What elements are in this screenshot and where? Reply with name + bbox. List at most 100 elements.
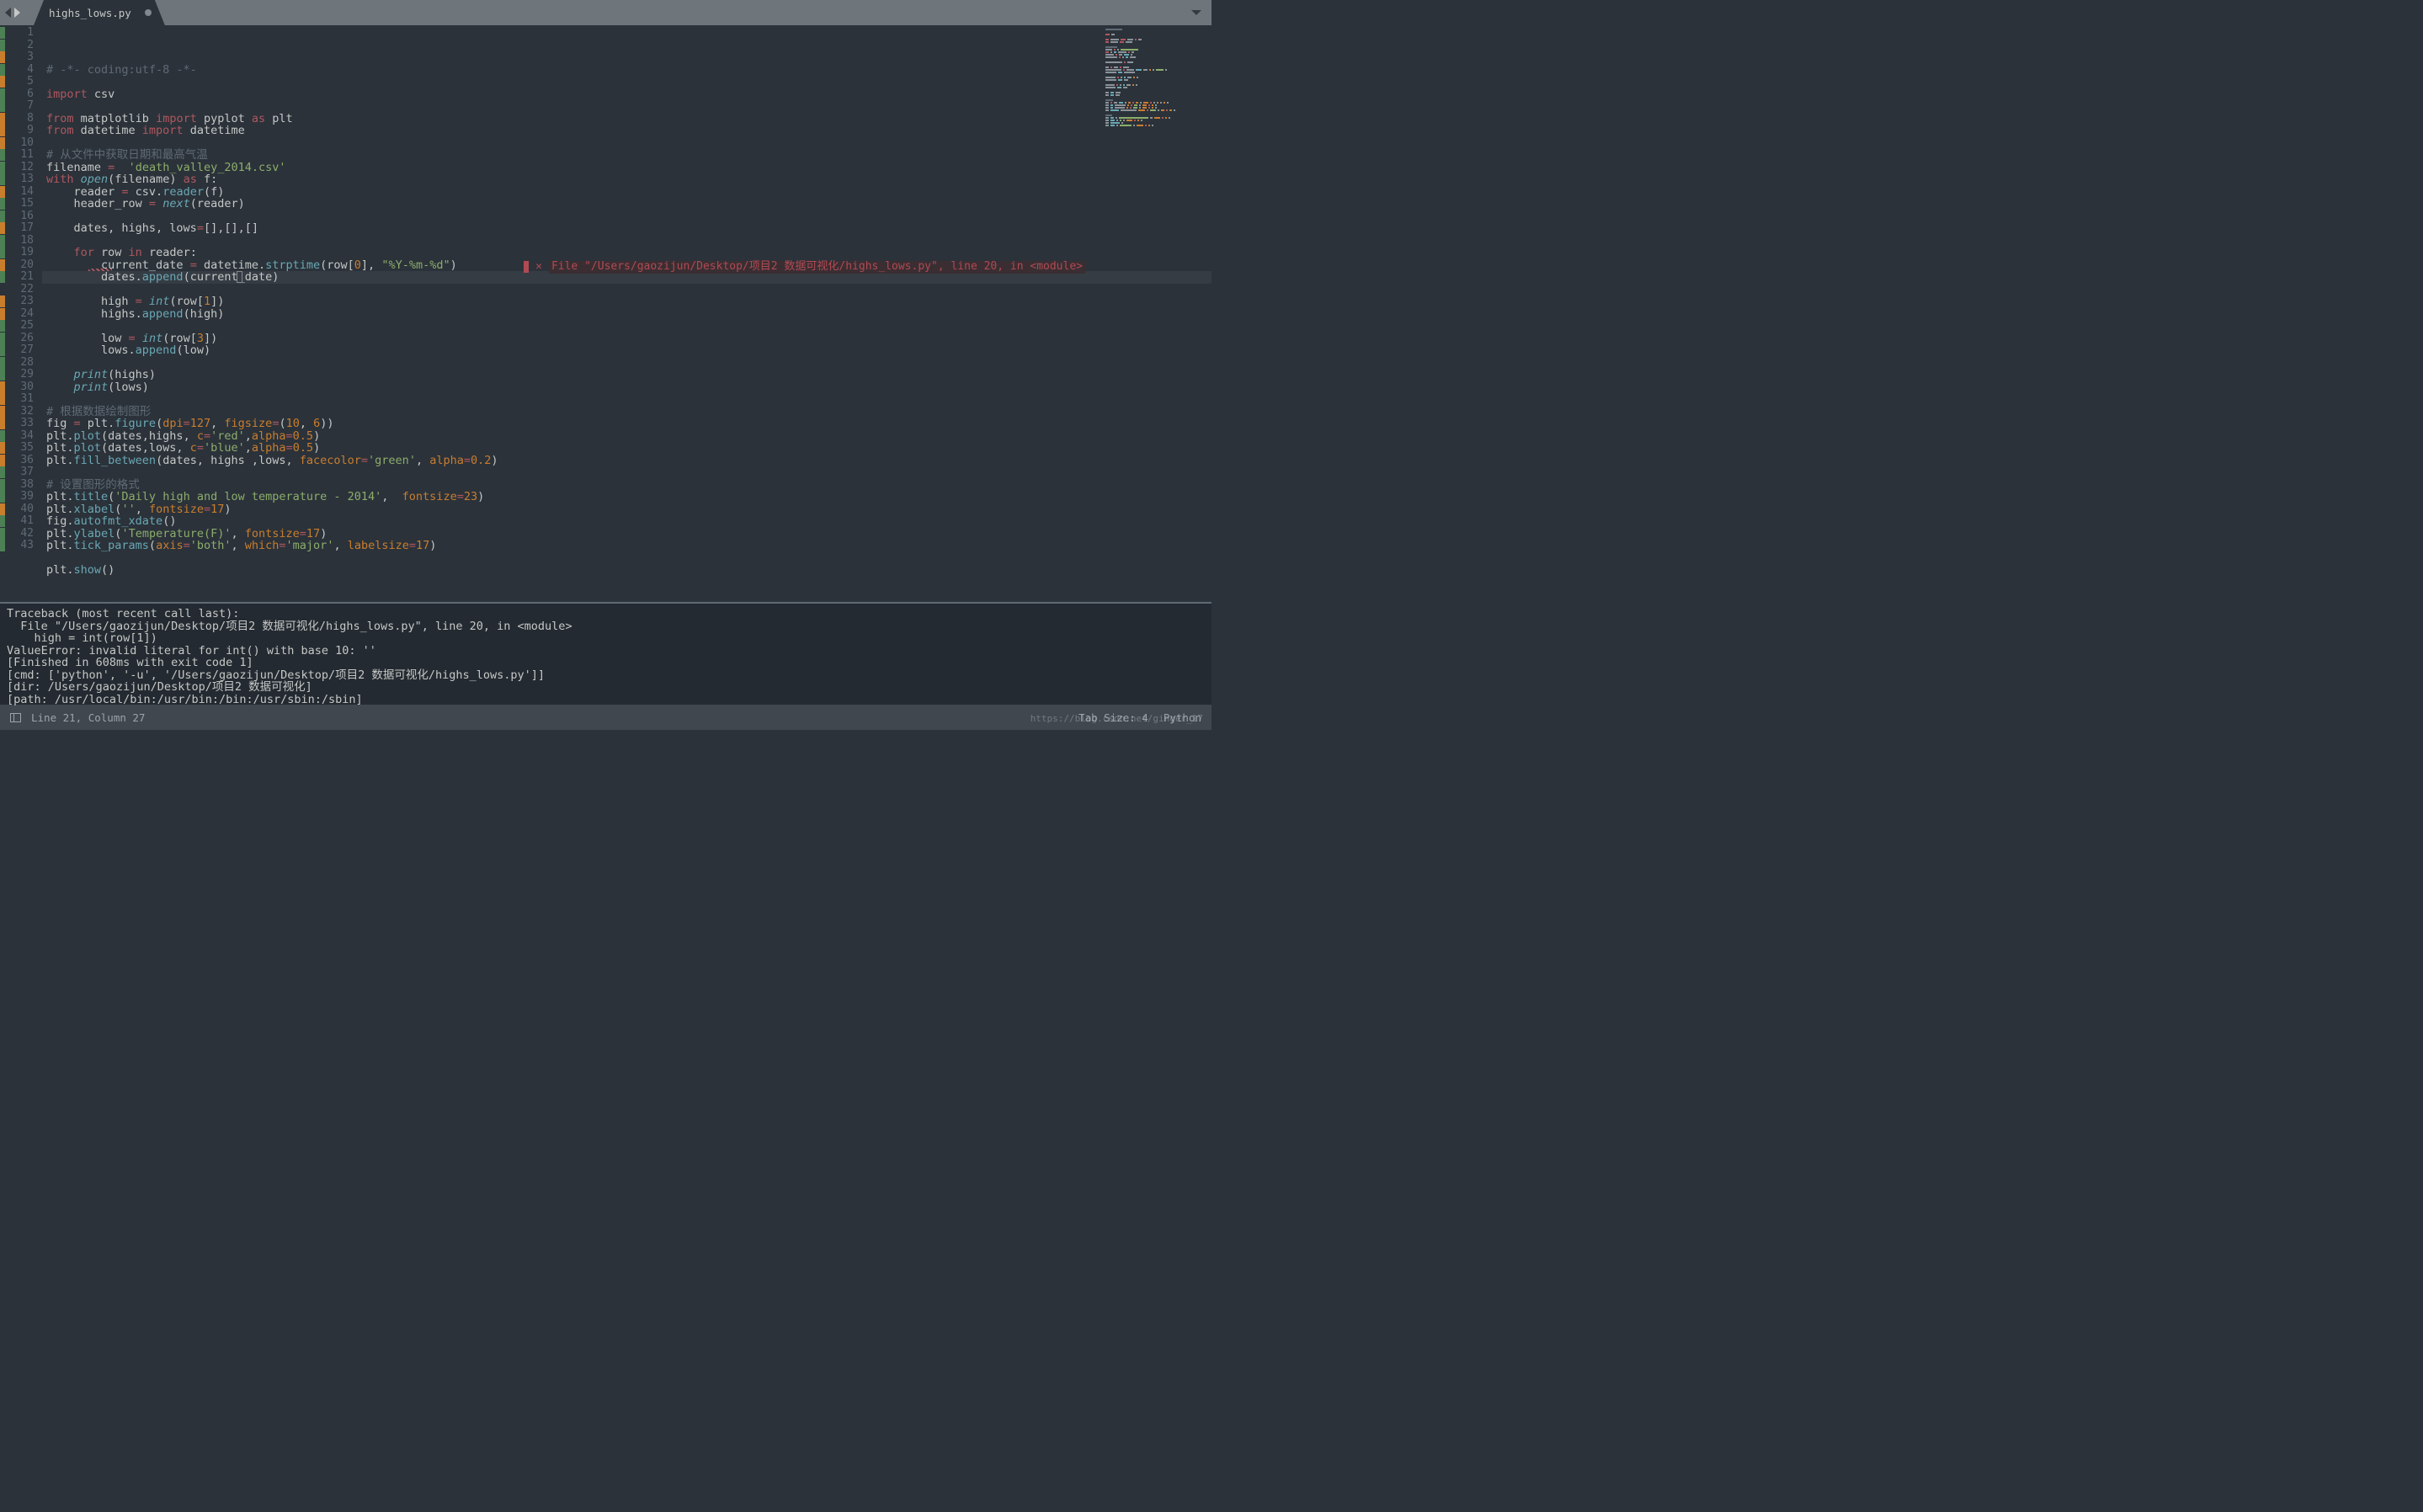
code-line[interactable]: plt.xlabel('', fontsize=17) — [46, 503, 1212, 516]
gutter-line[interactable]: 20 — [0, 259, 34, 272]
code-line[interactable]: plt.fill_between(dates, highs ,lows, fac… — [46, 455, 1212, 467]
gutter-line[interactable]: 3 — [0, 51, 34, 64]
gutter-line[interactable]: 39 — [0, 491, 34, 503]
gutter-line[interactable]: 23 — [0, 295, 34, 308]
code-line[interactable]: fig.autofmt_xdate() — [46, 515, 1212, 528]
gutter-line[interactable]: 8 — [0, 113, 34, 125]
gutter-line[interactable]: 18 — [0, 235, 34, 248]
code-line[interactable] — [46, 100, 1212, 113]
code-line[interactable]: low = int(row[3]) — [46, 333, 1212, 345]
code-line[interactable]: # -*- coding:utf-8 -*- — [46, 64, 1212, 77]
gutter-line[interactable]: 16 — [0, 210, 34, 223]
file-tab[interactable]: highs_lows.py — [34, 0, 165, 25]
gutter-line[interactable]: 26 — [0, 333, 34, 345]
code-line[interactable]: plt.plot(dates,lows, c='blue',alpha=0.5) — [46, 442, 1212, 455]
code-line[interactable]: plt.tick_params(axis='both', which='majo… — [46, 540, 1212, 552]
gutter-line[interactable]: 36 — [0, 455, 34, 467]
nav-forward-icon[interactable] — [14, 8, 20, 18]
code-line[interactable]: highs.append(high) — [46, 308, 1212, 321]
gutter-line[interactable]: 35 — [0, 442, 34, 455]
code-line[interactable]: plt.ylabel('Temperature(F)', fontsize=17… — [46, 528, 1212, 540]
gutter-line[interactable]: 27 — [0, 344, 34, 357]
gutter-line[interactable]: 31 — [0, 393, 34, 406]
code-line[interactable]: from matplotlib import pyplot as plt — [46, 113, 1212, 125]
watermark: https://blog.csdn.net/ginger_17 — [1030, 713, 1203, 724]
minimap[interactable] — [1102, 25, 1212, 126]
code-line[interactable] — [46, 235, 1212, 248]
gutter-line[interactable]: 40 — [0, 503, 34, 516]
code-line[interactable]: import csv — [46, 88, 1212, 101]
code-line[interactable] — [46, 357, 1212, 370]
code-line[interactable]: header_row = next(reader) — [46, 198, 1212, 210]
editor[interactable]: 1234567891011121314151617181920212223242… — [0, 25, 1212, 602]
code-line[interactable] — [46, 577, 1212, 589]
gutter-line[interactable]: 1 — [0, 27, 34, 40]
code-line[interactable] — [46, 137, 1212, 150]
token: fontsize — [402, 490, 457, 503]
code-line[interactable]: # 从文件中获取日期和最高气温 — [46, 149, 1212, 162]
gutter-line[interactable]: 17 — [0, 222, 34, 235]
tab-dropdown-icon[interactable] — [1191, 10, 1201, 15]
code-line[interactable]: dates, highs, lows=[],[],[] — [46, 222, 1212, 235]
gutter-line[interactable]: 41 — [0, 515, 34, 528]
code-line[interactable]: print(lows) — [46, 381, 1212, 394]
code-line[interactable] — [46, 320, 1212, 333]
gutter-line[interactable]: 28 — [0, 357, 34, 370]
gutter-line[interactable]: 43 — [0, 540, 34, 552]
gutter-line[interactable]: 34 — [0, 430, 34, 443]
gutter-line[interactable]: 10 — [0, 137, 34, 150]
code-line[interactable] — [46, 210, 1212, 223]
code-line[interactable] — [46, 466, 1212, 479]
status-position[interactable]: Line 21, Column 27 — [31, 711, 145, 724]
code-line[interactable] — [46, 284, 1212, 296]
gutter-line[interactable]: 12 — [0, 162, 34, 174]
gutter-line[interactable]: 14 — [0, 186, 34, 199]
code-line[interactable]: plt.title('Daily high and low temperatur… — [46, 491, 1212, 503]
code-line[interactable]: fig = plt.figure(dpi=127, figsize=(10, 6… — [46, 418, 1212, 430]
code-line[interactable] — [46, 552, 1212, 565]
gutter-line[interactable]: 30 — [0, 381, 34, 394]
code-line[interactable]: with open(filename) as f: — [46, 173, 1212, 186]
code-line[interactable]: from datetime import datetime — [46, 125, 1212, 137]
gutter-line[interactable]: 38 — [0, 479, 34, 492]
code-line[interactable]: print(highs) — [46, 369, 1212, 381]
panel-toggle-icon[interactable] — [10, 713, 21, 722]
code-line[interactable]: plt.show() — [46, 564, 1212, 577]
tab-dirty-icon[interactable] — [145, 9, 152, 16]
code-line[interactable] — [46, 76, 1212, 88]
gutter-line[interactable]: 37 — [0, 466, 34, 479]
gutter-line[interactable]: 6 — [0, 88, 34, 101]
gutter-line[interactable]: 11 — [0, 149, 34, 162]
code-line[interactable]: # 设置图形的格式 — [46, 479, 1212, 492]
gutter-line[interactable]: 21 — [0, 271, 34, 284]
gutter[interactable]: 1234567891011121314151617181920212223242… — [0, 25, 42, 602]
gutter-line[interactable]: 33 — [0, 418, 34, 430]
token: 'both' — [190, 539, 232, 552]
gutter-line[interactable]: 29 — [0, 369, 34, 381]
gutter-line[interactable]: 19 — [0, 247, 34, 259]
gutter-line[interactable]: 24 — [0, 308, 34, 321]
code-line[interactable] — [46, 393, 1212, 406]
gutter-line[interactable]: 25 — [0, 320, 34, 333]
code-line[interactable]: plt.plot(dates,highs, c='red',alpha=0.5) — [46, 430, 1212, 443]
gutter-line[interactable]: 9 — [0, 125, 34, 137]
code-line[interactable]: high = int(row[1]) — [46, 295, 1212, 308]
code-line[interactable]: lows.append(low) — [46, 344, 1212, 357]
gutter-line[interactable]: 7 — [0, 100, 34, 113]
gutter-line[interactable]: 13 — [0, 173, 34, 186]
token: ) — [450, 258, 457, 272]
gutter-line[interactable]: 5 — [0, 76, 34, 88]
gutter-line[interactable]: 22 — [0, 284, 34, 296]
gutter-line[interactable]: 42 — [0, 528, 34, 540]
code-line[interactable]: for row in reader: — [46, 247, 1212, 259]
nav-back-icon[interactable] — [5, 8, 11, 18]
code-line[interactable]: # 根据数据绘制图形 — [46, 406, 1212, 418]
gutter-line[interactable]: 2 — [0, 40, 34, 52]
token: () — [101, 563, 114, 577]
code-line[interactable]: filename = 'death_valley_2014.csv' — [46, 162, 1212, 174]
gutter-line[interactable]: 32 — [0, 406, 34, 418]
gutter-line[interactable]: 15 — [0, 198, 34, 210]
gutter-line[interactable]: 4 — [0, 64, 34, 77]
code-area[interactable]: # -*- coding:utf-8 -*- import csv from m… — [42, 25, 1212, 602]
code-line[interactable]: reader = csv.reader(f) — [46, 186, 1212, 199]
